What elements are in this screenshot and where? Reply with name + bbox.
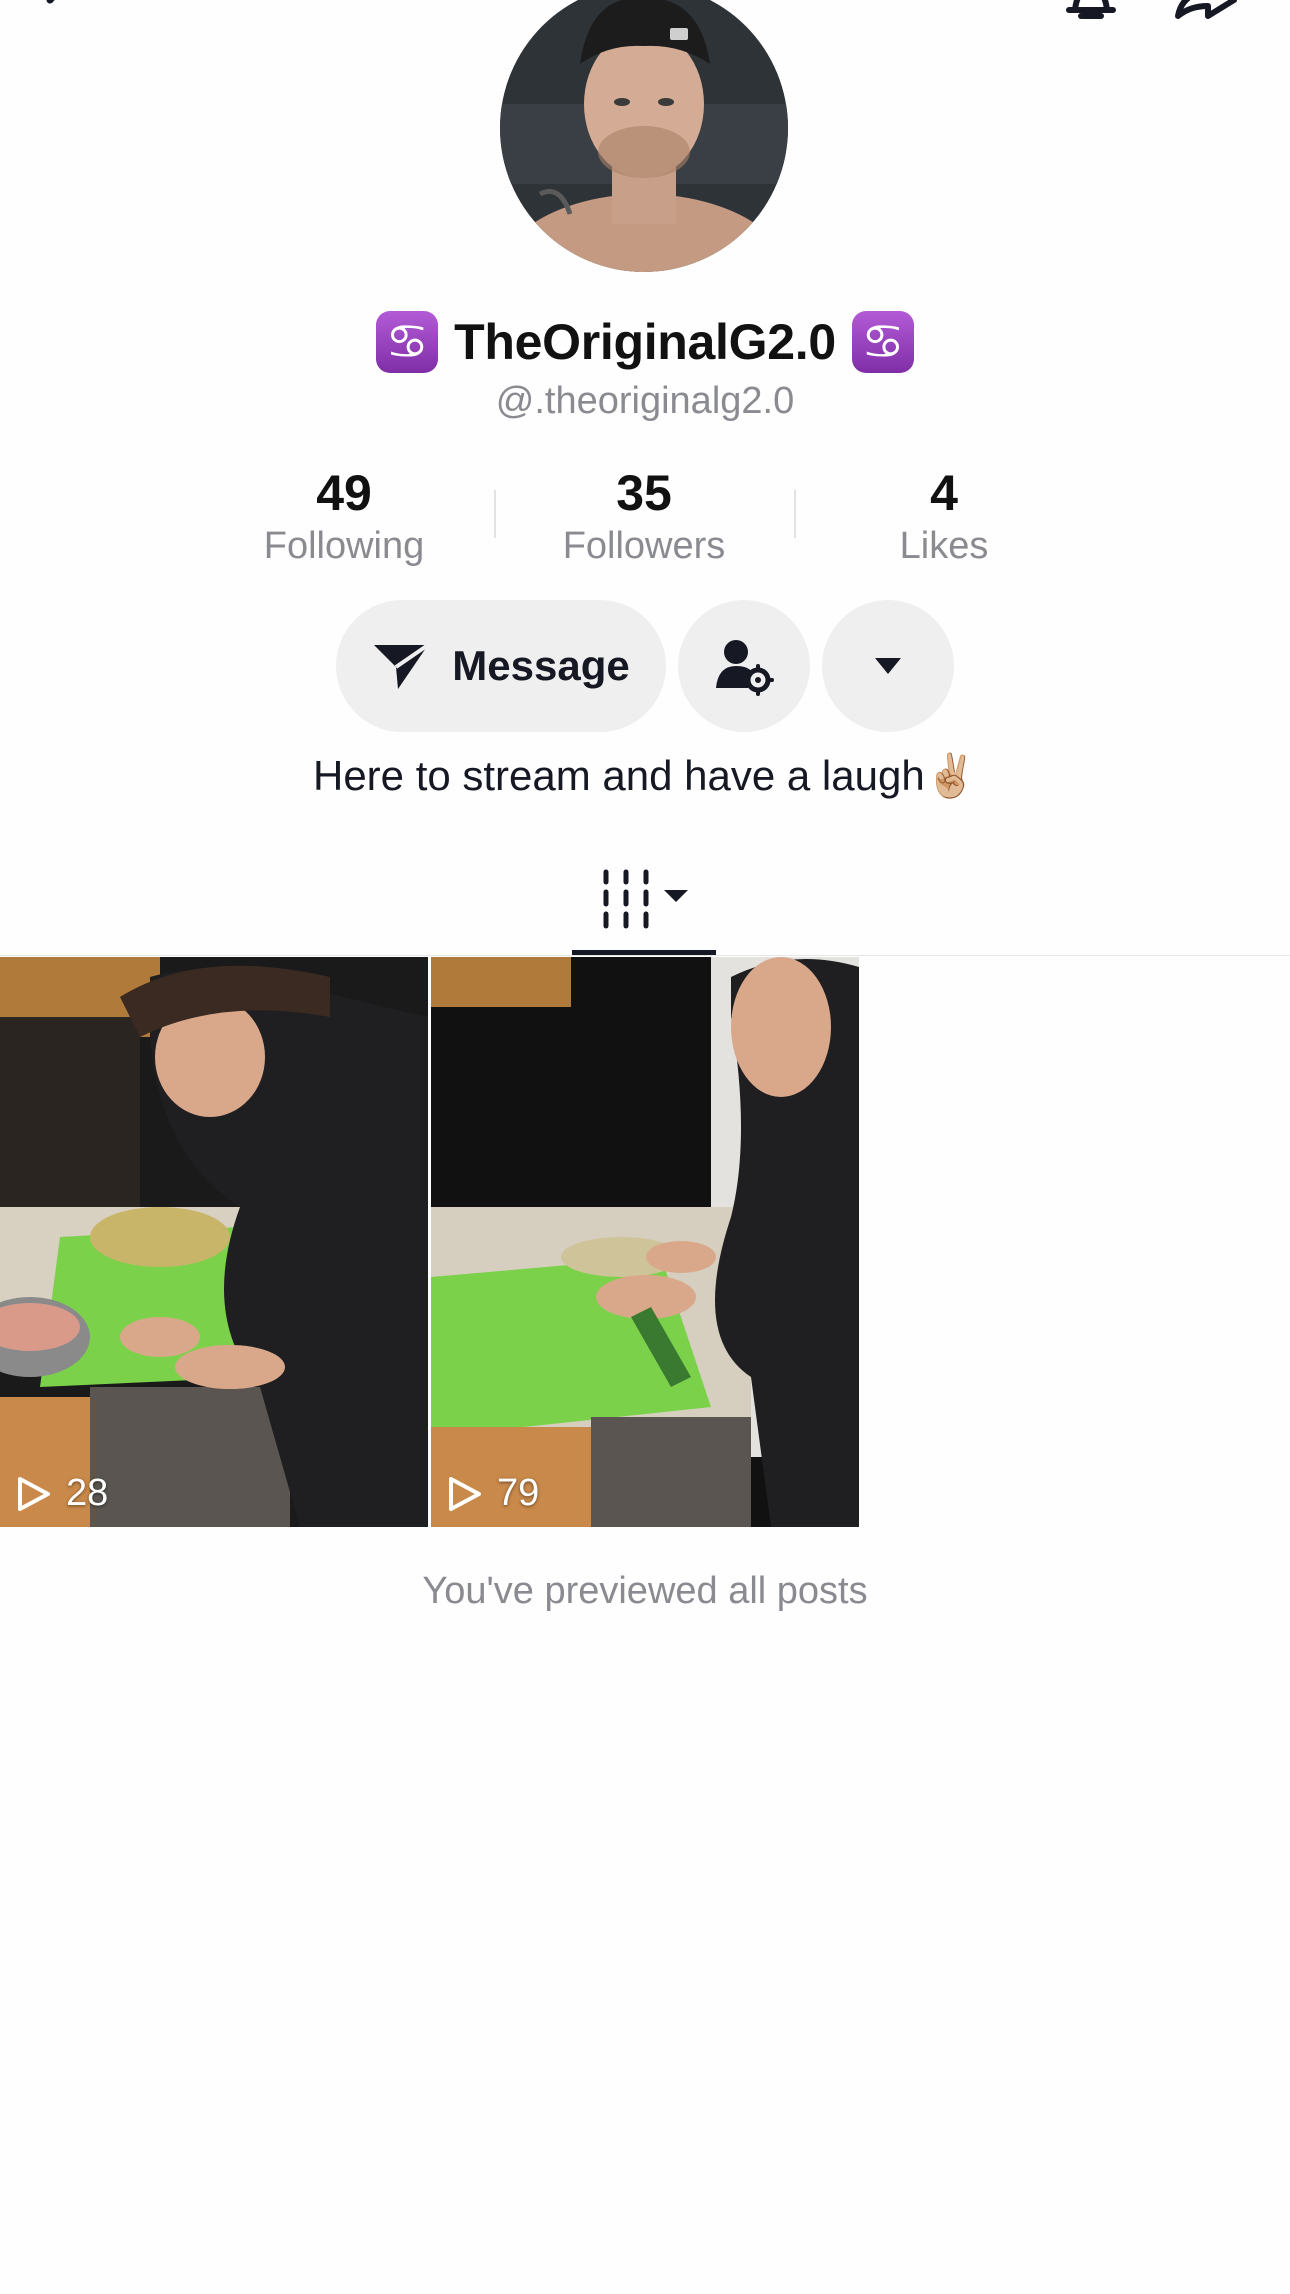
stat-following[interactable]: 49 Following	[214, 462, 474, 568]
tab-divider	[0, 955, 1290, 956]
end-of-posts-note: You've previewed all posts	[422, 1570, 868, 1612]
video-thumbnail[interactable]: 28	[0, 957, 428, 1527]
user-gear-icon	[716, 640, 774, 696]
followers-count: 35	[616, 465, 672, 521]
profile-settings-button[interactable]	[678, 600, 810, 732]
followers-label: Followers	[562, 525, 726, 567]
play-icon	[18, 1476, 50, 1511]
likes-label: Likes	[899, 525, 989, 567]
username: @.theoriginalg2.0	[495, 380, 795, 422]
stat-followers[interactable]: 35 Followers	[514, 462, 774, 568]
stat-divider	[494, 490, 496, 538]
share-arrow-icon[interactable]	[1168, 0, 1244, 32]
stat-divider	[794, 490, 796, 538]
videos-grid-icon[interactable]	[600, 868, 692, 932]
bell-icon[interactable]	[1055, 0, 1127, 32]
view-count-text: 28	[66, 1472, 109, 1514]
send-icon	[374, 643, 430, 689]
view-count: 28	[16, 1472, 108, 1515]
caret-down-icon	[875, 658, 901, 674]
display-name: TheOriginalG2.0	[454, 314, 836, 370]
profile-bio: Here to stream and have a laugh✌🏼	[312, 752, 977, 799]
view-count-text: 79	[497, 1472, 540, 1514]
chevron-left-icon[interactable]	[30, 0, 90, 30]
message-button[interactable]: Message	[336, 600, 666, 732]
message-label: Message	[452, 642, 630, 689]
more-options-button[interactable]	[822, 600, 954, 732]
play-icon	[449, 1476, 481, 1511]
video-thumbnail[interactable]: 79	[431, 957, 859, 1527]
view-count: 79	[447, 1472, 539, 1515]
avatar[interactable]	[500, 0, 788, 272]
stat-likes[interactable]: 4 Likes	[814, 462, 1074, 568]
following-label: Following	[263, 525, 425, 567]
profile-name-row: ♋ TheOriginalG2.0 ♋	[0, 306, 1290, 378]
following-count: 49	[316, 465, 372, 521]
likes-count: 4	[930, 465, 958, 521]
cancer-zodiac-icon: ♋	[376, 311, 439, 373]
cancer-zodiac-icon: ♋	[851, 311, 914, 373]
